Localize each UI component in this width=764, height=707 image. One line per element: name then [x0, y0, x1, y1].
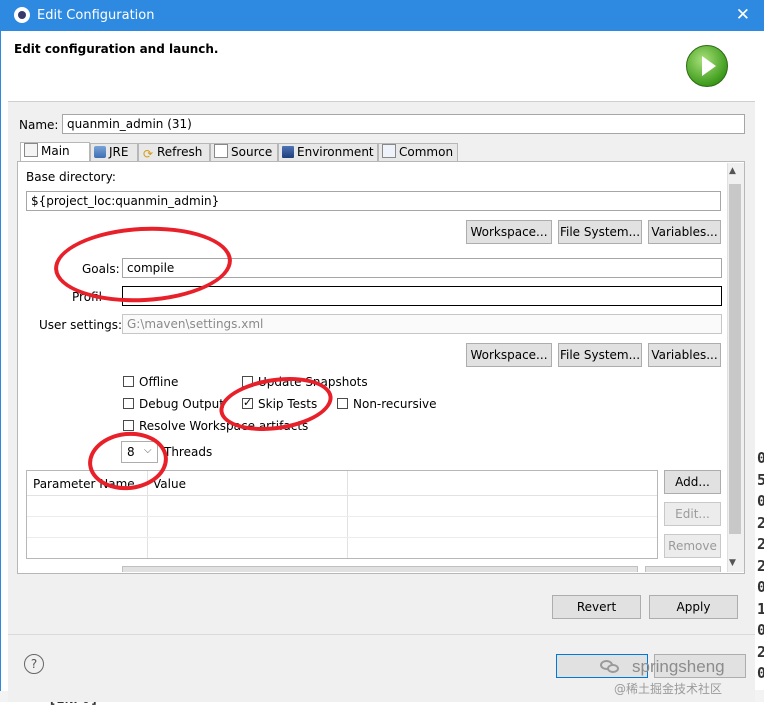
- environment-icon: [282, 146, 294, 158]
- tab-source-label: Source: [231, 145, 273, 159]
- profiles-field[interactable]: [122, 286, 722, 306]
- common-icon: [382, 144, 396, 158]
- console-digit: 0: [757, 449, 764, 467]
- watermark-site: @稀土掘金技术社区: [614, 682, 723, 696]
- watermark-author: springsheng: [632, 657, 725, 676]
- non-recursive-checkbox[interactable]: [337, 398, 348, 409]
- source-icon: [214, 144, 228, 158]
- settings-workspace-button[interactable]: Workspace...: [466, 343, 552, 367]
- name-field[interactable]: quanmin_admin (31): [62, 114, 745, 134]
- hidden-button[interactable]: [645, 566, 721, 572]
- console-digit: 0: [757, 621, 764, 639]
- table-row-divider: [27, 537, 657, 538]
- console-digit: 0: [757, 578, 764, 596]
- tab-jre[interactable]: JRE: [90, 143, 138, 162]
- background-console-text: 0 5 0 2 2 2 0 1 0 2 0: [757, 448, 764, 685]
- offline-label: Offline: [139, 375, 179, 389]
- window-title: Edit Configuration: [37, 8, 155, 23]
- refresh-icon: ⟳: [142, 147, 154, 161]
- offline-checkbox[interactable]: [123, 376, 134, 387]
- window-border-left: [0, 31, 8, 691]
- window-titlebar[interactable]: Edit Configuration ✕: [0, 0, 764, 31]
- wechat-icon: [600, 660, 620, 674]
- variables-button[interactable]: Variables...: [648, 220, 721, 244]
- file-system-button[interactable]: File System...: [558, 220, 642, 244]
- tab-environment-label: Environment: [297, 145, 374, 159]
- debug-output-label: Debug Output: [139, 397, 224, 411]
- threads-label: Threads: [164, 445, 213, 459]
- console-digit: 1: [757, 599, 764, 618]
- resolve-workspace-checkbox[interactable]: [123, 420, 134, 431]
- workspace-button[interactable]: Workspace...: [466, 220, 552, 244]
- close-icon[interactable]: ✕: [736, 5, 750, 25]
- help-icon[interactable]: ?: [24, 654, 44, 674]
- console-digit: 2: [757, 642, 764, 661]
- console-digit: 2: [757, 513, 764, 532]
- column-header-value[interactable]: Value: [153, 477, 186, 491]
- hidden-field[interactable]: [122, 566, 638, 572]
- console-digit: 0: [757, 664, 764, 682]
- settings-file-system-button[interactable]: File System...: [558, 343, 642, 367]
- console-digit: 2: [757, 535, 764, 553]
- tab-main[interactable]: Main: [20, 142, 90, 162]
- banner-heading: Edit configuration and launch.: [14, 42, 219, 56]
- scrollbar-thumb[interactable]: [729, 184, 741, 534]
- tab-common[interactable]: Common: [378, 143, 458, 162]
- column-divider: [347, 471, 348, 558]
- run-icon: [686, 45, 728, 87]
- console-digit: 5: [757, 470, 764, 489]
- add-button[interactable]: Add...: [664, 470, 721, 494]
- debug-output-checkbox[interactable]: [123, 398, 134, 409]
- tab-environment[interactable]: Environment: [278, 143, 378, 162]
- revert-button[interactable]: Revert: [552, 595, 641, 619]
- apply-button[interactable]: Apply: [649, 595, 738, 619]
- edit-button[interactable]: Edit...: [664, 502, 721, 526]
- user-settings-field[interactable]: G:\maven\settings.xml: [122, 314, 722, 334]
- table-row-divider: [27, 516, 657, 517]
- tab-refresh-label: Refresh: [157, 145, 203, 159]
- base-dir-field[interactable]: ${project_loc:quanmin_admin}: [26, 191, 721, 211]
- console-digit: 0: [757, 492, 764, 510]
- tab-common-label: Common: [399, 145, 454, 159]
- main-icon: [24, 143, 38, 157]
- remove-button[interactable]: Remove: [664, 534, 721, 558]
- footer-separator: [8, 634, 755, 635]
- non-recursive-label: Non-recursive: [353, 397, 437, 411]
- dialog-banner: Edit configuration and launch.: [8, 31, 755, 102]
- eclipse-icon: [14, 7, 30, 23]
- tab-refresh[interactable]: ⟳ Refresh: [138, 143, 210, 162]
- tab-jre-label: JRE: [109, 145, 129, 159]
- user-settings-label: User settings:: [39, 318, 123, 332]
- jre-icon: [94, 146, 106, 158]
- scroll-up-icon[interactable]: ▲: [729, 166, 736, 176]
- console-digit: 2: [757, 556, 764, 575]
- tab-main-label: Main: [41, 144, 70, 158]
- name-label: Name:: [19, 118, 59, 132]
- scroll-down-icon[interactable]: ▼: [729, 558, 736, 568]
- base-dir-label: Base directory:: [26, 170, 116, 184]
- tab-source[interactable]: Source: [210, 143, 278, 162]
- settings-variables-button[interactable]: Variables...: [648, 343, 721, 367]
